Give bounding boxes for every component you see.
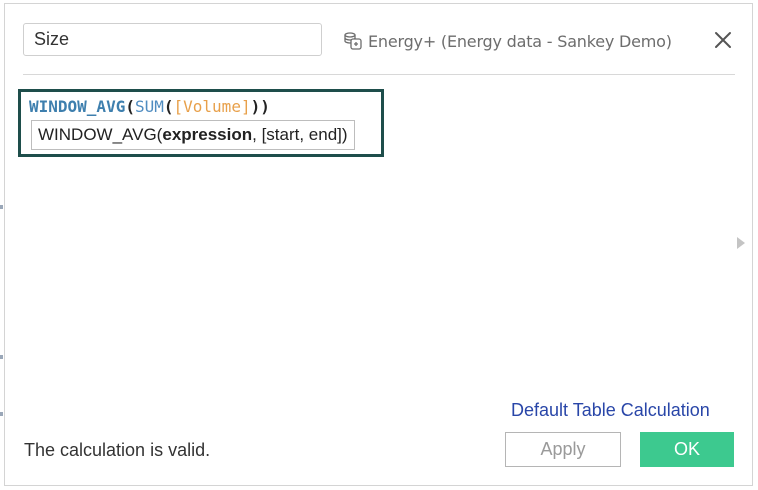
formula-paren: )) [250,97,270,116]
formula-text[interactable]: WINDOW_AVG(SUM([Volume])) [29,97,270,117]
database-icon [343,31,363,51]
function-signature-tooltip: WINDOW_AVG(expression, [start, end]) [31,120,355,150]
page: Energy+ (Energy data - Sankey Demo) WIND… [0,0,758,490]
validation-status: The calculation is valid. [24,440,211,460]
tooltip-arguments-rest: , [start, end]) [252,125,348,144]
formula-function-inner: SUM [134,97,164,116]
formula-paren: ( [125,97,135,116]
datasource-indicator: Energy+ (Energy data - Sankey Demo) [343,28,672,54]
formula-function-outer: WINDOW_AVG [29,97,126,116]
ok-button[interactable]: OK [640,432,734,467]
close-icon [715,32,731,48]
formula-editor[interactable]: WINDOW_AVG(SUM([Volume])) WINDOW_AVG(exp… [18,89,384,157]
calculation-editor-dialog: Energy+ (Energy data - Sankey Demo) WIND… [4,3,753,486]
formula-field: [Volume] [173,97,251,116]
expand-panel-button[interactable] [736,236,746,250]
default-table-calculation-link[interactable]: Default Table Calculation [511,400,710,421]
tooltip-argument-current: expression [162,125,253,144]
formula-paren: ( [163,97,174,116]
chevron-right-icon [737,237,745,249]
background-mark [0,412,3,416]
background-mark [0,355,3,359]
header-divider [23,74,735,75]
apply-button[interactable]: Apply [505,432,621,467]
background-mark [0,205,3,209]
datasource-label: Energy+ (Energy data - Sankey Demo) [368,31,672,51]
tooltip-function-name: WINDOW_AVG( [38,125,163,144]
close-button[interactable] [711,28,735,52]
calculation-name-input[interactable] [23,23,322,56]
